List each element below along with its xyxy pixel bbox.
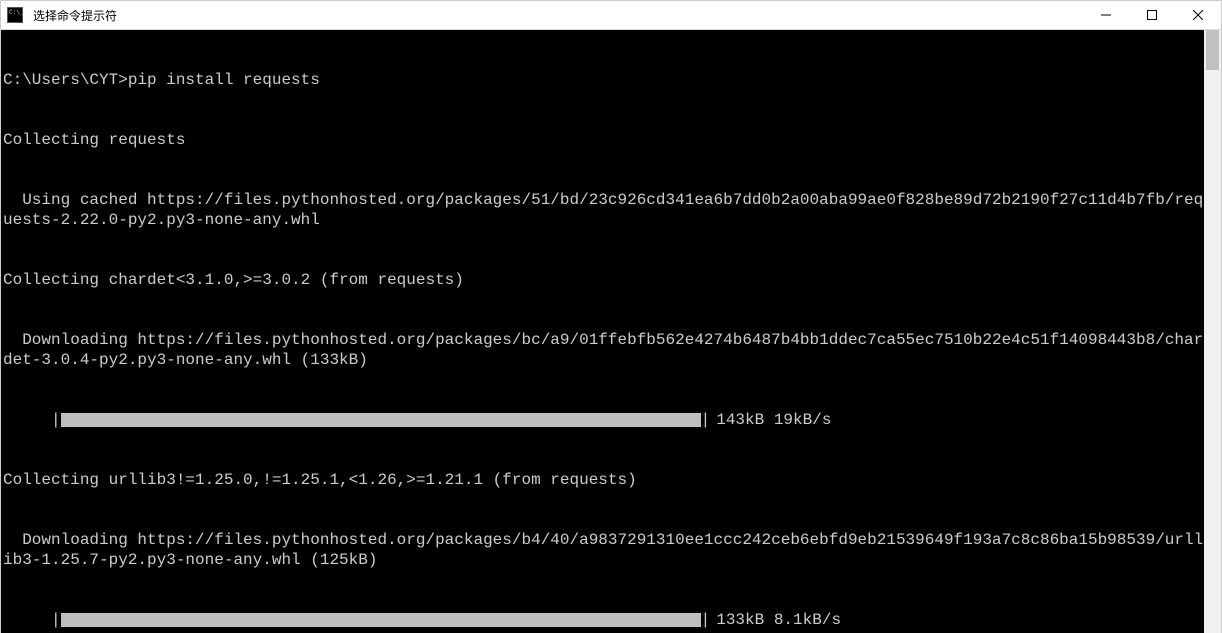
output-line: Using cached https://files.pythonhosted.… <box>3 190 1204 230</box>
progress-pipe-right: | <box>701 610 711 630</box>
maximize-button[interactable] <box>1129 1 1175 29</box>
terminal-output[interactable]: C:\Users\CYT>pip install requests Collec… <box>1 30 1204 633</box>
progress-row-chardet: | | 143kB 19kB/s <box>3 410 1204 430</box>
progress-bar-fill <box>61 413 701 427</box>
minimize-button[interactable] <box>1083 1 1129 29</box>
window-controls <box>1083 1 1221 29</box>
output-line: Collecting chardet<3.1.0,>=3.0.2 (from r… <box>3 270 1204 290</box>
client-area: C:\Users\CYT>pip install requests Collec… <box>1 30 1221 633</box>
progress-pipe-left: | <box>51 410 61 430</box>
progress-pipe-right: | <box>701 410 711 430</box>
app-icon <box>1 1 29 29</box>
progress-stat: 143kB 19kB/s <box>716 410 831 430</box>
output-line: Downloading https://files.pythonhosted.o… <box>3 330 1204 370</box>
close-icon <box>1193 10 1203 20</box>
output-line: Collecting requests <box>3 130 1204 150</box>
scrollbar-thumb[interactable] <box>1206 30 1219 70</box>
progress-pipe-left: | <box>51 610 61 630</box>
prompt-line: C:\Users\CYT>pip install requests <box>3 70 1204 90</box>
minimize-icon <box>1101 10 1111 20</box>
progress-bar-fill <box>61 613 701 627</box>
vertical-scrollbar[interactable] <box>1204 30 1221 633</box>
command-prompt-window: 选择命令提示符 C:\Users\CYT>pip install request… <box>0 0 1222 633</box>
progress-row-urllib3: | | 133kB 8.1kB/s <box>3 610 1204 630</box>
progress-stat: 133kB 8.1kB/s <box>716 610 841 630</box>
maximize-icon <box>1147 10 1157 20</box>
window-title: 选择命令提示符 <box>29 7 1083 24</box>
output-line: Collecting urllib3!=1.25.0,!=1.25.1,<1.2… <box>3 470 1204 490</box>
titlebar[interactable]: 选择命令提示符 <box>1 1 1221 30</box>
output-line: Downloading https://files.pythonhosted.o… <box>3 530 1204 570</box>
cmd-icon <box>7 7 23 23</box>
close-button[interactable] <box>1175 1 1221 29</box>
